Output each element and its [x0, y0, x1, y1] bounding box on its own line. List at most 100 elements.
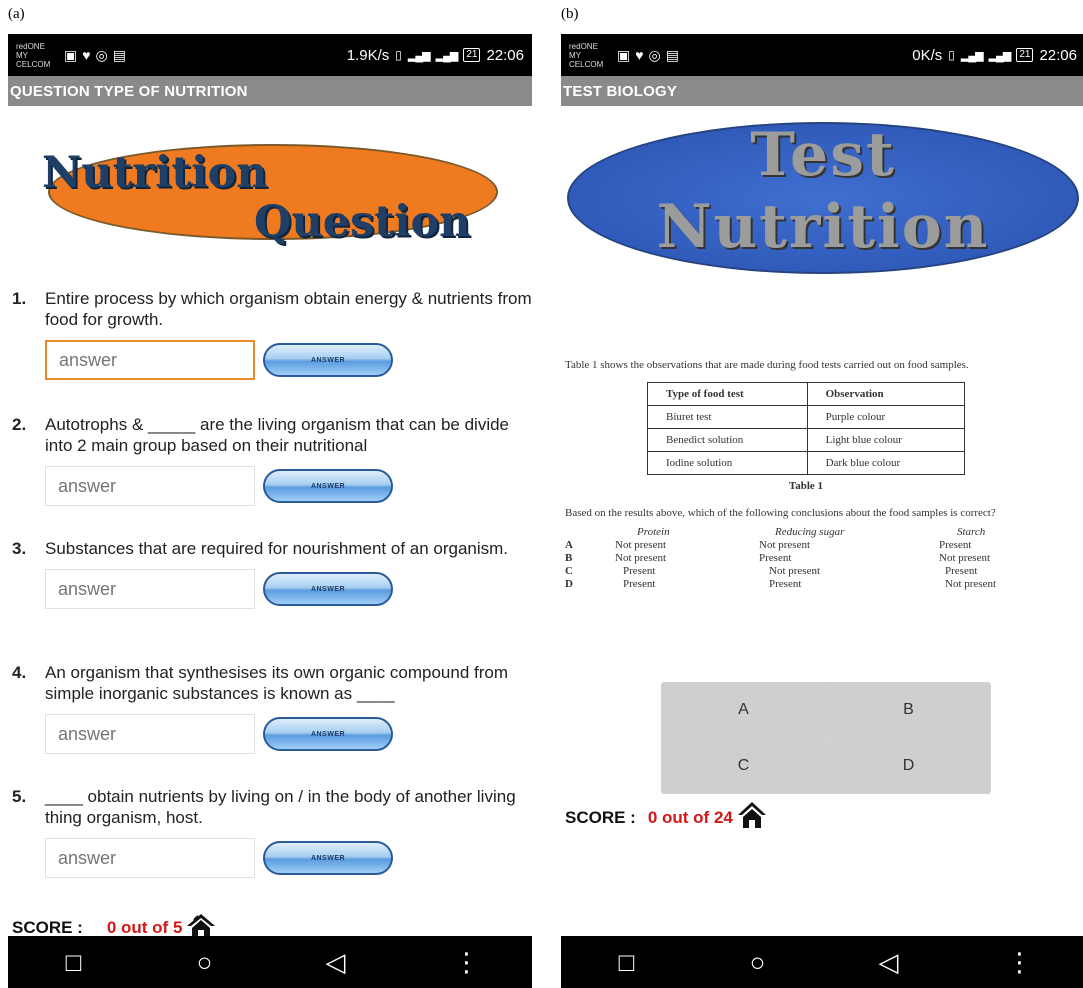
network-speed: 0K/s [912, 46, 943, 64]
table-header: Type of food test [647, 382, 808, 406]
notification-icons: ▣ ♥ ◎ ▤ [617, 47, 679, 64]
vibrate-icon: ▯ [395, 48, 402, 62]
battery-icon: 21 [1016, 48, 1034, 62]
phone-screen-a: redONE MY CELCOM ▣ ♥ ◎ ▤ 1.9K/s ▯ ▂▄▆ ▂▄… [8, 34, 532, 988]
question-intro: Table 1 shows the observations that are … [565, 359, 969, 371]
android-nav-bar: □ ○ ◁ ⋮ [8, 936, 532, 988]
answer-input[interactable] [45, 569, 255, 609]
table-cell: Benedict solution [647, 428, 808, 452]
answer-input[interactable] [45, 714, 255, 754]
clock: 22:06 [1039, 46, 1077, 64]
vertical-dots-icon[interactable]: ⋮ [990, 947, 1050, 978]
table-cell: Dark blue colour [806, 451, 966, 475]
table-row: Iodine solution Dark blue colour [647, 451, 966, 475]
app-title-bar: TEST BIOLOGY [561, 76, 1083, 106]
question-text: Autotrophs & _____ are the living organi… [45, 415, 510, 455]
options-list: Protein Reducing sugar Starch A Not pres… [565, 526, 1081, 591]
score-value: 0 out of 5 [106, 917, 183, 937]
option-row: C Present Not present Present [565, 565, 978, 577]
answer-button[interactable]: ANSWER [263, 841, 393, 875]
android-nav-bar: □ ○ ◁ ⋮ [561, 936, 1083, 988]
question-item: 1. Entire process by which organism obtai… [12, 288, 532, 380]
test-nutrition-logo: Test Nutrition [561, 106, 1083, 286]
question-item: 5. ____ obtain nutrients by living on / i… [12, 786, 532, 878]
answer-button[interactable]: ANSWER [263, 343, 393, 377]
question-text: Entire process by which organism obtain … [45, 289, 532, 329]
answer-button[interactable]: ANSWER [263, 717, 393, 751]
whatsapp-icon: ◎ [648, 46, 661, 63]
table-header: Observation [806, 382, 966, 406]
notification-icons: ▣ ♥ ◎ ▤ [64, 47, 126, 64]
nutrition-question-logo: Nutrition Question [8, 106, 532, 258]
score-value: 0 out of 24 [647, 807, 733, 827]
option-row: A Not present Not present Present [565, 539, 972, 551]
whatsapp-icon: ◎ [95, 46, 108, 63]
question-number: 4. [12, 663, 27, 682]
phone-screen-b: redONE MY CELCOM ▣ ♥ ◎ ▤ 0K/s ▯ ▂▄▆ ▂▄▆ … [561, 34, 1083, 988]
sim-icon: ▣ [64, 46, 78, 63]
question-item: 3. Substances that are required for nouri… [12, 538, 532, 609]
answer-input[interactable] [45, 340, 255, 380]
table-row: Benedict solution Light blue colour [647, 428, 966, 452]
question-text: ____ obtain nutrients by living on / in … [45, 787, 516, 827]
status-bar: redONE MY CELCOM ▣ ♥ ◎ ▤ 1.9K/s ▯ ▂▄▆ ▂▄… [8, 34, 532, 76]
question-image: Table 1 shows the observations that are … [565, 358, 1081, 591]
answer-input[interactable] [45, 838, 255, 878]
question-text: Substances that are required for nourish… [45, 539, 509, 558]
home-icon[interactable] [737, 800, 767, 835]
question-number: 2. [12, 415, 27, 434]
question-number: 5. [12, 787, 27, 806]
status-right: 1.9K/s ▯ ▂▄▆ ▂▄▆ 21 22:06 [347, 34, 524, 76]
image-icon: ▤ [665, 46, 679, 63]
image-icon: ▤ [112, 46, 126, 63]
triangle-back-icon[interactable]: ◁ [859, 947, 919, 978]
logo-word-2: Nutrition [656, 192, 990, 262]
table-caption: Table 1 [788, 480, 824, 492]
score-label: SCORE : [565, 807, 636, 827]
status-bar: redONE MY CELCOM ▣ ♥ ◎ ▤ 0K/s ▯ ▂▄▆ ▂▄▆ … [561, 34, 1083, 76]
logo-word-1: Nutrition [42, 148, 268, 198]
circle-icon[interactable]: ○ [728, 947, 788, 978]
option-row: D Present Present Not present [565, 578, 997, 590]
panel-label-a: (a) [8, 6, 25, 22]
status-right: 0K/s ▯ ▂▄▆ ▂▄▆ 21 22:06 [912, 34, 1077, 76]
question-item: 4. An organism that synthesises its own o… [12, 662, 532, 754]
signal-icon: ▂▄▆ [960, 49, 984, 62]
score-label: SCORE : [12, 917, 83, 937]
table-cell: Purple colour [806, 405, 966, 429]
logo-word-2: Question [254, 197, 471, 247]
battery-icon: 21 [463, 48, 481, 62]
signal-4g-icon: ▂▄▆ [435, 49, 459, 62]
question-number: 3. [12, 539, 27, 558]
table-cell: Light blue colour [806, 428, 966, 452]
carrier-label: redONE MY CELCOM [16, 41, 51, 69]
table-row: Biuret test Purple colour [647, 405, 966, 429]
clock: 22:06 [486, 46, 524, 64]
carrier-label: redONE MY CELCOM [569, 41, 604, 69]
square-icon[interactable]: □ [597, 947, 657, 978]
options-header: Protein Reducing sugar Starch [637, 526, 986, 538]
app-title-bar: QUESTION TYPE OF NUTRITION [8, 76, 532, 106]
question-item: 2. Autotrophs & _____ are the living orga… [12, 414, 532, 506]
food-test-table: Type of food test Observation Biuret tes… [647, 382, 966, 475]
signal-4g-icon: ▂▄▆ [988, 49, 1012, 62]
panel-label-b: (b) [561, 6, 579, 22]
choice-d-button[interactable]: D [827, 739, 990, 793]
answer-button[interactable]: ANSWER [263, 572, 393, 606]
choice-a-button[interactable]: A [662, 683, 825, 737]
network-speed: 1.9K/s [346, 46, 390, 64]
choice-b-button[interactable]: B [827, 683, 990, 737]
circle-icon[interactable]: ○ [175, 947, 235, 978]
question-number: 1. [12, 289, 27, 308]
choice-c-button[interactable]: C [662, 739, 825, 793]
answer-button[interactable]: ANSWER [263, 469, 393, 503]
vibrate-icon: ▯ [948, 48, 955, 62]
answer-choices: A B C D [661, 682, 991, 794]
option-row: B Not present Present Not present [565, 552, 991, 564]
triangle-back-icon[interactable]: ◁ [306, 947, 366, 978]
heart-icon: ♥ [82, 46, 91, 63]
square-icon[interactable]: □ [44, 947, 104, 978]
sim-icon: ▣ [617, 46, 631, 63]
vertical-dots-icon[interactable]: ⋮ [437, 947, 497, 978]
answer-input[interactable] [45, 466, 255, 506]
